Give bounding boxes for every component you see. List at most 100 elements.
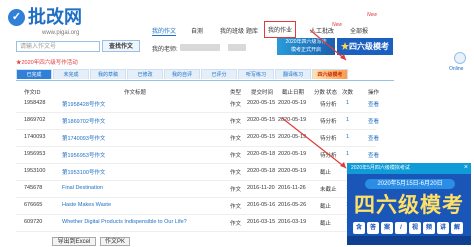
col-header: 提交时间 xyxy=(251,90,274,96)
new-badge: New xyxy=(367,12,378,18)
tab-completed[interactable]: 已完成 xyxy=(16,69,52,79)
row-type: 作文 xyxy=(230,221,242,227)
teacher-name-redacted xyxy=(228,44,246,51)
nav-self-test[interactable]: 自测 xyxy=(191,26,203,35)
row-id: 676665 xyxy=(24,202,43,208)
row-status: 待分析 xyxy=(320,136,337,142)
row-count[interactable]: 1 xyxy=(346,151,349,157)
row-action[interactable]: 查看 xyxy=(368,117,379,125)
nav-manual-grading[interactable]: 人工批改 xyxy=(310,26,334,35)
row-deadline: 2020-05-19 xyxy=(278,100,307,106)
row-id: 1958428 xyxy=(24,100,46,106)
table-row: 745678 Final Destination 作文 2016-11-20 2016-… xyxy=(16,185,379,198)
col-header: 截止日期 xyxy=(282,90,305,96)
col-header: 状态 xyxy=(326,90,338,96)
tab-scored[interactable]: 已评分 xyxy=(201,69,237,79)
row-type: 作文 xyxy=(230,153,242,159)
row-deadline: 2020-05-19 xyxy=(278,134,307,140)
popup-chips: 含 答 案 / 视 频 讲 解 xyxy=(353,222,465,234)
nav-my-class[interactable]: 我的班级 xyxy=(220,26,244,35)
nav-all-reports[interactable]: 全部报 xyxy=(350,26,368,35)
row-count[interactable]: 1 xyxy=(346,134,349,140)
row-deadline: 2016-03-19 xyxy=(278,219,307,225)
promo-cet-text: 四六级模考 xyxy=(349,42,389,51)
tab-dictation[interactable]: 听写练习 xyxy=(238,69,274,79)
logo-text: 批改网 xyxy=(28,7,82,27)
popup-chip: 视 xyxy=(409,222,421,234)
row-title[interactable]: 第1956953号作文 xyxy=(62,151,105,159)
popup-chip: 频 xyxy=(423,222,435,234)
essay-id-search-input[interactable]: 请输入作文号 xyxy=(16,41,100,52)
tab-drafts[interactable]: 我的草稿 xyxy=(90,69,126,79)
new-badge: New xyxy=(332,22,343,28)
col-header: 作文标题 xyxy=(124,90,147,96)
row-type: 作文 xyxy=(230,119,242,125)
teacher-label: 我的老师: xyxy=(152,47,178,53)
nav-my-essays[interactable]: 我的作文 xyxy=(152,26,177,36)
nav-my-homework[interactable]: 我的作业 xyxy=(264,21,297,38)
essay-tabs: 已完成 未完成 我的草稿 已修改 我的自评 已评分 听写练习 翻译练习 四六级模… xyxy=(16,69,394,81)
event-notice-link[interactable]: ★2020年四六级写作活动 xyxy=(16,58,78,66)
cet-mock-popup[interactable]: 2020年5月四六级模拟考试 × 2020年5月15日-6月20日 四六级模考 … xyxy=(347,163,471,245)
close-icon[interactable]: × xyxy=(464,164,468,171)
table-row: 1958428 第1958428号作文 作文 2020-05-15 2020-05-19… xyxy=(16,100,379,113)
col-header: 作文ID xyxy=(24,90,41,96)
promo-banner-cet[interactable]: ★四六级模考 xyxy=(337,38,393,55)
popup-header: 2020年5月四六级模拟考试 xyxy=(347,163,471,174)
online-service-icon[interactable] xyxy=(454,52,466,64)
essay-pk-button[interactable]: 作文PK xyxy=(100,237,130,246)
row-title[interactable]: Final Destination xyxy=(62,185,103,191)
table-row: 1740093 第1740093号作文 作文 2020-05-15 2020-05-19… xyxy=(16,134,379,147)
col-header: 分数 xyxy=(314,90,326,96)
popup-chip: 解 xyxy=(451,222,463,234)
row-title[interactable]: Haste Makes Waste xyxy=(62,202,111,208)
teacher-name-redacted xyxy=(180,44,220,51)
tab-translation[interactable]: 翻译练习 xyxy=(275,69,311,79)
col-header: 类型 xyxy=(230,90,242,96)
row-deadline: 2016-05-26 xyxy=(278,202,307,208)
search-essay-button[interactable]: 查找作文 xyxy=(102,40,140,52)
top-nav: 我的作文 自测 我的班级 题库 我的作业 人工批改 New 全部报 New xyxy=(0,12,474,38)
tab-cet-ad[interactable]: 四六级模考 xyxy=(312,69,348,79)
row-date: 2016-11-20 xyxy=(247,185,275,191)
row-title[interactable]: 第1869702号作文 xyxy=(62,117,105,125)
online-service-label[interactable]: Online xyxy=(449,66,463,72)
popup-date: 2020年5月15日-6月20日 xyxy=(365,179,455,189)
promo-banner-small[interactable]: 2020年四六级写作 模考正式开启 xyxy=(277,38,335,55)
row-date: 2020-05-18 xyxy=(247,151,276,157)
row-action[interactable]: 查看 xyxy=(368,151,379,159)
row-deadline: 2020-05-19 xyxy=(278,168,307,174)
promo-line2: 模考正式开启 xyxy=(290,47,321,53)
export-excel-button[interactable]: 导出到Excel xyxy=(52,237,96,246)
logo-icon: ✓ xyxy=(8,9,25,26)
row-type: 作文 xyxy=(230,187,242,193)
row-status: 截止 xyxy=(320,221,332,227)
row-count[interactable]: 1 xyxy=(346,117,349,123)
row-count[interactable]: 1 xyxy=(346,100,349,106)
table-row: 609720 Whether Digital Products Indispens… xyxy=(16,219,379,232)
row-title[interactable]: Whether Digital Products Indispensible t… xyxy=(62,219,187,225)
row-id: 1953100 xyxy=(24,168,46,174)
row-type: 作文 xyxy=(230,170,242,176)
row-status: 未截止 xyxy=(320,187,337,193)
row-deadline: 2020-05-19 xyxy=(278,151,307,157)
popup-footer-bar xyxy=(347,236,471,245)
row-action[interactable]: 查看 xyxy=(368,134,379,142)
row-date: 2016-03-15 xyxy=(247,219,276,225)
row-title[interactable]: 第1958428号作文 xyxy=(62,100,105,108)
row-id: 745678 xyxy=(24,185,43,191)
tab-revised[interactable]: 已修改 xyxy=(127,69,163,79)
nav-question-bank[interactable]: 题库 xyxy=(246,26,258,35)
tab-self-review[interactable]: 我的自评 xyxy=(164,69,200,79)
row-title[interactable]: 第1953100号作文 xyxy=(62,168,105,176)
row-action[interactable]: 查看 xyxy=(368,100,379,108)
table-row: 1869702 第1869702号作文 作文 2020-05-15 2020-05-19… xyxy=(16,117,379,130)
row-date: 2020-05-18 xyxy=(247,168,276,174)
promo-line1: 2020年四六级写作 xyxy=(285,39,327,45)
row-title[interactable]: 第1740093号作文 xyxy=(62,134,105,142)
row-date: 2020-05-15 xyxy=(247,100,276,106)
row-type: 作文 xyxy=(230,102,242,108)
tab-incomplete[interactable]: 未完成 xyxy=(53,69,89,79)
table-header: 作文ID 作文标题 类型 提交时间 截止日期 分数 状态 次数 操作 xyxy=(16,88,379,98)
row-date: 2020-05-15 xyxy=(247,117,276,123)
